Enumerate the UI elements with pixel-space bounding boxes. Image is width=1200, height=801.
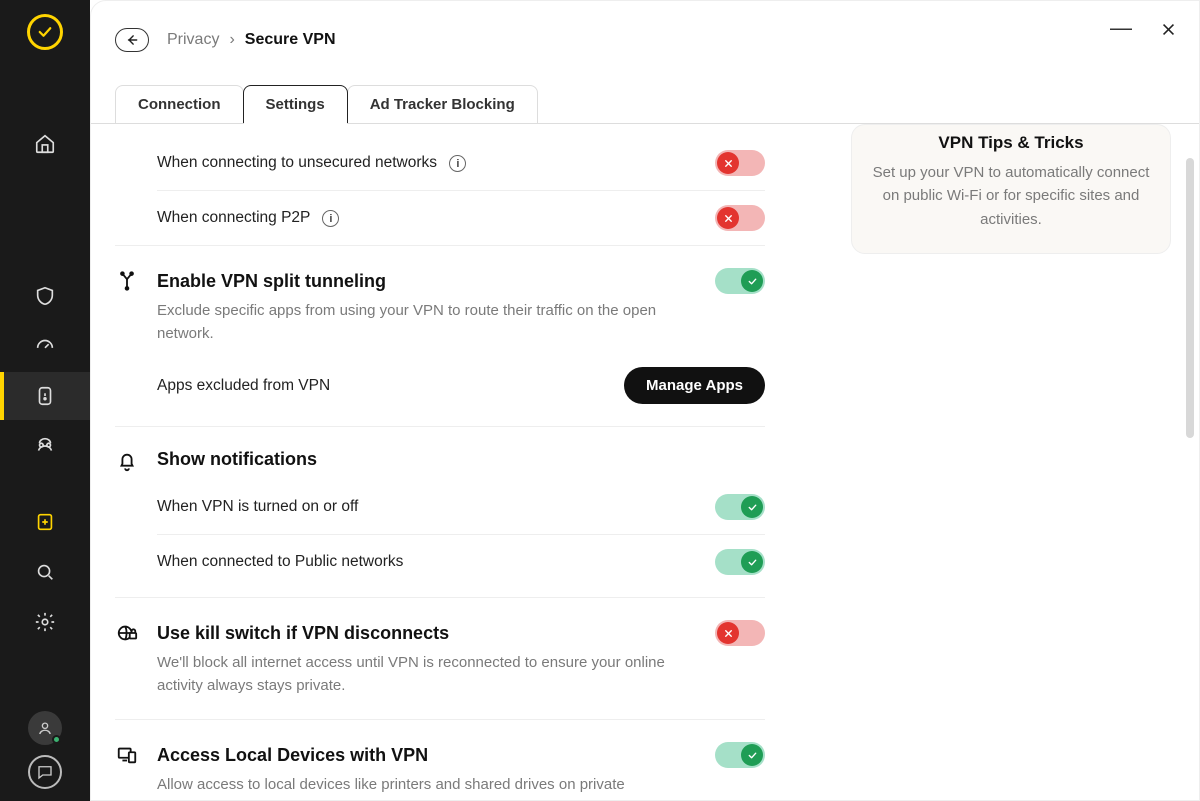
chat-button[interactable] — [28, 755, 62, 789]
manage-apps-button[interactable]: Manage Apps — [624, 367, 765, 404]
user-avatar[interactable] — [28, 711, 62, 745]
section-title: Use kill switch if VPN disconnects — [157, 623, 715, 644]
app-logo — [27, 14, 63, 50]
split-icon — [115, 268, 139, 292]
tips-desc: Set up your VPN to automatically connect… — [872, 161, 1150, 231]
bell-icon — [115, 449, 139, 473]
breadcrumb: Privacy › Secure VPN — [167, 31, 336, 49]
globe-lock-icon — [115, 620, 139, 644]
breadcrumb-parent[interactable]: Privacy — [167, 31, 219, 49]
info-icon[interactable]: i — [449, 155, 466, 172]
row-label: When connected to Public networks — [157, 553, 703, 571]
sidebar-item-identity[interactable] — [0, 422, 90, 470]
minimize-button[interactable]: — — [1110, 15, 1132, 41]
toggle-notify-public[interactable] — [715, 549, 765, 575]
scrollbar[interactable] — [1185, 134, 1195, 790]
section-desc: We'll block all internet access until VP… — [157, 652, 677, 719]
toggle-split-tunneling[interactable] — [715, 268, 765, 294]
row-label: When VPN is turned on or off — [157, 498, 703, 516]
tips-title: VPN Tips & Tricks — [872, 133, 1150, 153]
section-notifications: Show notifications When VPN is turned on… — [115, 427, 765, 598]
toggle-unsecured[interactable] — [715, 150, 765, 176]
toggle-local-devices[interactable] — [715, 742, 765, 768]
window-controls: — — [1110, 19, 1177, 45]
section-split-tunneling: Enable VPN split tunneling Exclude speci… — [115, 246, 765, 427]
tips-sidebar: VPN Tips & Tricks Set up your VPN to aut… — [851, 124, 1171, 800]
tab-settings[interactable]: Settings — [243, 85, 348, 123]
sidebar-item-security[interactable] — [0, 272, 90, 320]
back-button[interactable] — [115, 28, 149, 52]
main-panel: — Privacy › Secure VPN Connection Settin… — [90, 0, 1200, 801]
section-local-devices: Access Local Devices with VPN Allow acce… — [115, 720, 765, 800]
row-label: When connecting to unsecured networks — [157, 154, 437, 171]
close-button[interactable] — [1160, 21, 1177, 43]
sidebar-item-home[interactable] — [0, 120, 90, 168]
row-unsecured-networks: When connecting to unsecured networks i — [157, 136, 765, 191]
row-notify-public: When connected to Public networks — [157, 535, 765, 597]
sidebar-item-search[interactable] — [0, 548, 90, 596]
status-dot — [52, 735, 61, 744]
sidebar-item-settings[interactable] — [0, 598, 90, 646]
row-notify-onoff: When VPN is turned on or off — [157, 480, 765, 535]
sidebar-item-privacy[interactable] — [0, 372, 90, 420]
info-icon[interactable]: i — [322, 210, 339, 227]
section-kill-switch: Use kill switch if VPN disconnects We'll… — [115, 598, 765, 720]
toggle-notify-onoff[interactable] — [715, 494, 765, 520]
sidebar — [0, 0, 90, 801]
row-p2p: When connecting P2P i — [157, 191, 765, 245]
scrollbar-thumb[interactable] — [1186, 158, 1194, 438]
row-label: When connecting P2P — [157, 209, 310, 226]
breadcrumb-current: Secure VPN — [245, 31, 336, 49]
row-label: Apps excluded from VPN — [157, 377, 612, 395]
sidebar-item-performance[interactable] — [0, 322, 90, 370]
settings-content: When connecting to unsecured networks i … — [91, 124, 851, 800]
section-desc: Exclude specific apps from using your VP… — [157, 300, 677, 345]
sidebar-item-add[interactable] — [0, 498, 90, 546]
section-title: Enable VPN split tunneling — [157, 271, 715, 292]
devices-icon — [115, 742, 139, 766]
tab-connection[interactable]: Connection — [115, 85, 244, 123]
section-desc: Allow access to local devices like print… — [157, 774, 677, 800]
chevron-right-icon: › — [229, 31, 234, 49]
section-title: Show notifications — [157, 449, 765, 470]
toggle-kill-switch[interactable] — [715, 620, 765, 646]
tabs: Connection Settings Ad Tracker Blocking — [91, 85, 1199, 124]
tips-card: VPN Tips & Tricks Set up your VPN to aut… — [851, 124, 1171, 254]
toggle-p2p[interactable] — [715, 205, 765, 231]
tab-ad-tracker[interactable]: Ad Tracker Blocking — [347, 85, 538, 123]
section-title: Access Local Devices with VPN — [157, 745, 715, 766]
